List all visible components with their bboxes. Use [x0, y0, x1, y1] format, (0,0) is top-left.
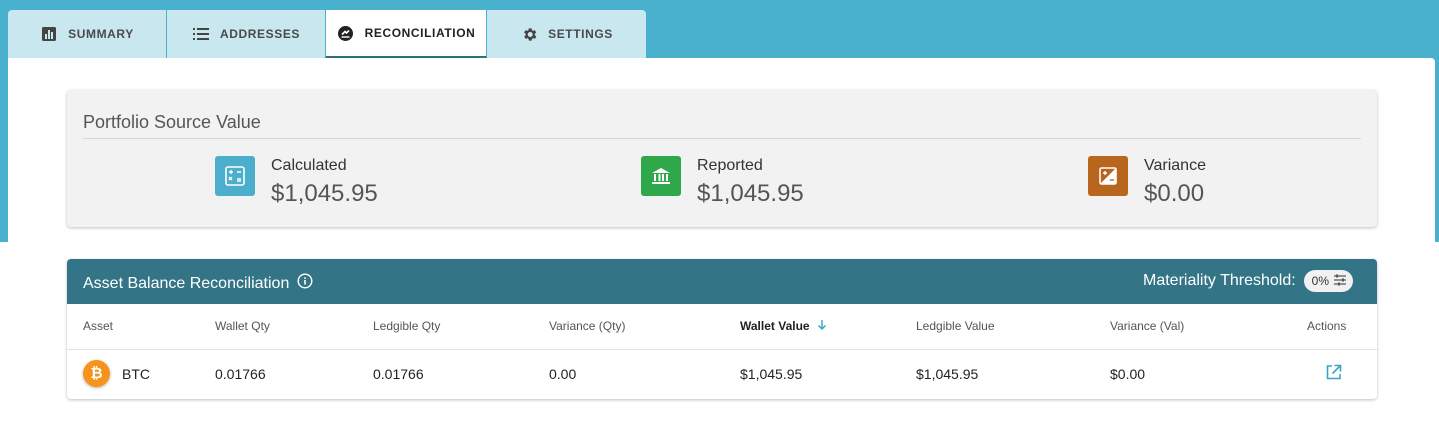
cell-ledgible-value: $1,045.95	[916, 365, 979, 382]
bitcoin-icon: ₿	[83, 360, 110, 388]
cell-wallet-value: $1,045.95	[740, 365, 803, 382]
tab-summary[interactable]: SUMMARY	[8, 10, 167, 58]
column-header-ledgible-qty[interactable]: Ledgible Qty	[373, 304, 549, 350]
tune-icon	[1333, 274, 1347, 289]
column-header-wallet-qty[interactable]: Wallet Qty	[215, 304, 373, 350]
difference-icon	[1088, 156, 1128, 196]
reconciliation-title: Asset Balance Reconciliation	[83, 273, 313, 294]
stat-variance: Variance $0.00	[1088, 156, 1206, 210]
tab-label: RECONCILIATION	[364, 26, 476, 40]
tab-label: SETTINGS	[548, 27, 613, 41]
reconciliation-header: Asset Balance Reconciliation Materiality…	[67, 259, 1377, 304]
content-panel: Portfolio Source Value Calculated $1,045…	[8, 58, 1435, 432]
bar-chart-icon	[40, 25, 58, 43]
tab-bar: SUMMARY ADDRESSES RECONCILIATION SETTING…	[8, 10, 646, 58]
table-header-row: Asset Wallet Qty Ledgible Qty Variance (…	[67, 304, 1377, 350]
materiality-threshold: Materiality Threshold: 0%	[1143, 270, 1353, 292]
column-header-actions: Actions	[1307, 304, 1377, 350]
column-header-wallet-value-label: Wallet Value	[740, 318, 810, 333]
reconciliation-title-text: Asset Balance Reconciliation	[83, 274, 290, 292]
column-header-ledgible-value[interactable]: Ledgible Value	[916, 304, 1110, 350]
tab-reconciliation[interactable]: RECONCILIATION	[326, 10, 487, 58]
stat-label: Variance	[1144, 157, 1206, 174]
asset-symbol: BTC	[122, 365, 150, 382]
gear-icon	[520, 25, 538, 43]
tab-label: SUMMARY	[68, 27, 134, 41]
stat-label: Reported	[697, 157, 763, 174]
stat-value: $0.00	[1144, 180, 1205, 207]
column-header-variance-qty[interactable]: Variance (Qty)	[549, 304, 740, 350]
materiality-label: Materiality Threshold:	[1143, 272, 1296, 289]
cell-variance-qty: 0.00	[549, 365, 577, 382]
calculator-icon	[215, 156, 255, 196]
stat-reported: Reported $1,045.95	[641, 156, 804, 210]
list-icon	[192, 25, 210, 43]
tab-label: ADDRESSES	[219, 27, 301, 41]
materiality-chip[interactable]: 0%	[1303, 270, 1353, 292]
column-header-wallet-value[interactable]: Wallet Value	[740, 304, 916, 350]
materiality-value: 0%	[1311, 274, 1329, 288]
cell-wallet-qty: 0.01766	[215, 365, 266, 382]
stat-label: Calculated	[271, 157, 347, 174]
divider	[83, 138, 1361, 139]
cell-ledgible-qty: 0.01766	[373, 365, 424, 382]
open-in-new-icon[interactable]	[1325, 364, 1342, 384]
arrow-down-icon	[817, 319, 827, 334]
asset-reconciliation-card: Asset Balance Reconciliation Materiality…	[67, 259, 1377, 399]
cell-actions	[1307, 349, 1377, 398]
table-row: ₿ BTC 0.01766 0.01766 0.00 $1,045.95 $1,…	[67, 349, 1377, 398]
info-icon[interactable]	[297, 273, 313, 294]
tab-settings[interactable]: SETTINGS	[487, 10, 646, 58]
tab-addresses[interactable]: ADDRESSES	[167, 10, 326, 58]
portfolio-source-card: Portfolio Source Value Calculated $1,045…	[67, 90, 1377, 227]
bank-icon	[641, 156, 681, 196]
stat-value: $1,045.95	[271, 180, 378, 207]
stat-calculated: Calculated $1,045.95	[215, 156, 378, 210]
column-header-variance-val[interactable]: Variance (Val)	[1110, 304, 1307, 350]
stat-value: $1,045.95	[697, 180, 804, 207]
reconcile-icon	[337, 24, 355, 42]
column-header-asset[interactable]: Asset	[67, 304, 215, 350]
cell-asset: ₿ BTC	[67, 349, 215, 398]
reconciliation-table: Asset Wallet Qty Ledgible Qty Variance (…	[67, 304, 1377, 398]
card-title: Portfolio Source Value	[83, 112, 261, 132]
cell-variance-val: $0.00	[1110, 365, 1146, 382]
